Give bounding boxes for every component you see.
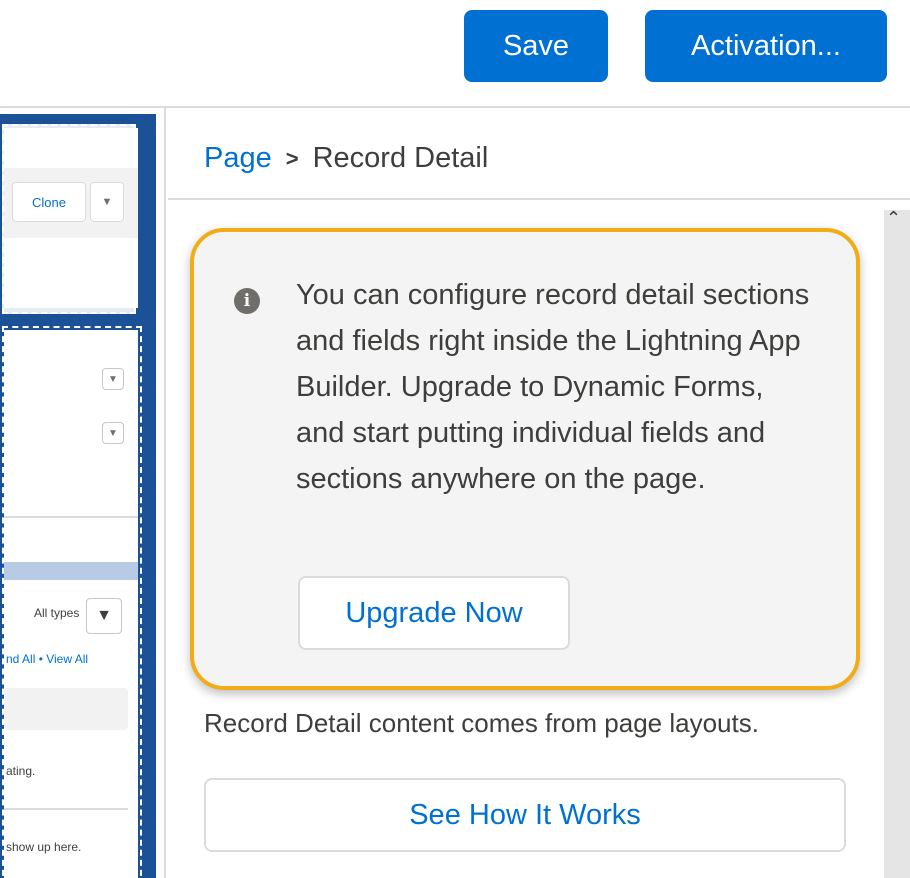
breadcrumb: Page > Record Detail (204, 142, 488, 175)
actions-dropdown-button[interactable]: ▼ (90, 182, 124, 222)
panel-scrollbar[interactable] (884, 210, 910, 878)
filter-icon: ▼ (96, 607, 112, 624)
breadcrumb-page-link[interactable]: Page (204, 142, 272, 175)
activity-header-band (4, 562, 138, 580)
expand-view-links[interactable]: nd All • View All (6, 652, 88, 666)
panel-header-divider (168, 198, 910, 200)
see-how-it-works-button[interactable]: See How It Works (204, 778, 846, 852)
clone-button[interactable]: Clone (12, 182, 86, 222)
chevron-down-icon: ▼ (108, 373, 118, 385)
field-dropdown-button[interactable]: ▼ (102, 368, 124, 390)
breadcrumb-separator: > (285, 145, 299, 171)
highlights-panel[interactable]: Clone ▼ (4, 128, 138, 308)
save-button[interactable]: Save (464, 10, 608, 82)
builder-toolbar: Save Activation... (0, 0, 910, 104)
chevron-down-icon: ▼ (101, 196, 113, 208)
canvas-background: Clone ▼ ▼ ▼ All types ▼ nd All • View Al… (0, 114, 156, 878)
filter-button[interactable]: ▼ (86, 598, 122, 634)
detail-component[interactable]: ▼ ▼ All types ▼ nd All • View All ating.… (4, 330, 138, 878)
scroll-up-icon[interactable]: ⌃ (886, 208, 901, 229)
dynamic-forms-callout: i You can configure record detail sectio… (190, 228, 860, 690)
chevron-down-icon: ▼ (108, 427, 118, 439)
callout-message: You can configure record detail sections… (296, 279, 810, 495)
filter-label: All types (34, 606, 80, 620)
info-icon: i (234, 288, 260, 314)
properties-panel: Page > Record Detail ⌃ i You can configu… (168, 108, 910, 878)
activity-placeholder-bar (4, 688, 128, 730)
page-canvas[interactable]: Clone ▼ ▼ ▼ All types ▼ nd All • View Al… (0, 108, 166, 878)
activity-text-2: show up here. (6, 840, 82, 854)
field-dropdown-button[interactable]: ▼ (102, 422, 124, 444)
activation-button[interactable]: Activation... (645, 10, 887, 82)
breadcrumb-current: Record Detail (312, 142, 489, 174)
activity-divider (4, 808, 128, 810)
record-detail-description: Record Detail content comes from page la… (204, 708, 759, 738)
section-divider (4, 516, 138, 518)
upgrade-now-button[interactable]: Upgrade Now (298, 576, 570, 650)
activity-text-1: ating. (6, 764, 36, 778)
